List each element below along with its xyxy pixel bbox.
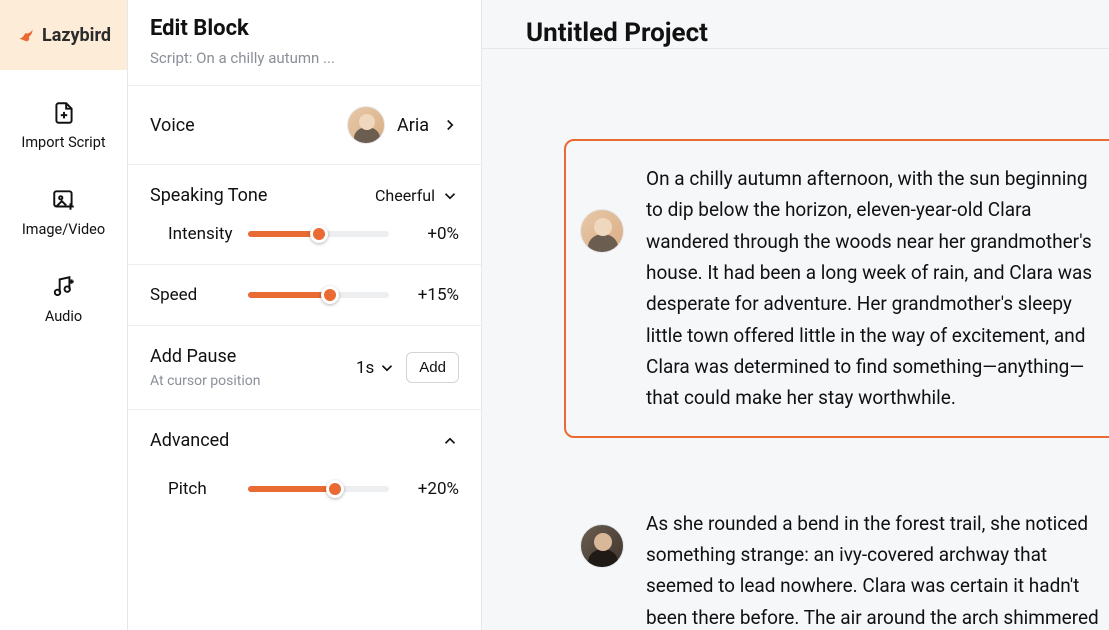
chevron-down-icon	[441, 187, 459, 205]
pause-label: Add Pause	[150, 346, 260, 367]
nav-audio[interactable]: Audio	[0, 274, 127, 325]
intensity-value: +0%	[403, 224, 459, 244]
speed-value: +15%	[403, 285, 459, 305]
intensity-slider[interactable]	[248, 231, 389, 237]
nav-item-label: Image/Video	[22, 221, 105, 238]
nav-image-video[interactable]: Image/Video	[0, 187, 127, 238]
tone-label: Speaking Tone	[150, 185, 267, 206]
music-plus-icon	[51, 274, 77, 300]
speed-label: Speed	[150, 285, 234, 305]
pitch-slider[interactable]	[248, 486, 389, 492]
logo: Lazybird	[0, 0, 127, 70]
file-plus-icon	[51, 100, 77, 126]
nav-import-script[interactable]: Import Script	[0, 100, 127, 151]
panel-title: Edit Block	[150, 16, 459, 41]
intensity-label: Intensity	[150, 224, 234, 244]
script-block[interactable]: On a chilly autumn afternoon, with the s…	[580, 139, 1109, 438]
advanced-toggle[interactable]: Advanced	[150, 430, 459, 451]
canvas: Untitled Project On a chilly autumn afte…	[482, 0, 1109, 630]
image-plus-icon	[51, 187, 77, 213]
block-avatar	[580, 209, 624, 253]
voice-avatar	[347, 106, 385, 144]
chevron-up-icon	[441, 432, 459, 450]
block-text[interactable]: As she rounded a bend in the forest trai…	[646, 484, 1109, 630]
pause-hint: At cursor position	[150, 373, 260, 389]
sidebar: Lazybird Import Script Image/Video	[0, 0, 128, 630]
block-avatar	[580, 524, 624, 568]
nav-item-label: Audio	[45, 308, 82, 325]
project-title[interactable]: Untitled Project	[526, 18, 708, 48]
add-pause-button[interactable]: Add	[406, 352, 459, 383]
pause-duration-select[interactable]: 1s	[356, 358, 396, 378]
voice-selector[interactable]: Voice Aria	[150, 106, 459, 144]
chevron-right-icon	[441, 116, 459, 134]
bird-icon	[16, 24, 38, 46]
edit-panel: Edit Block Script: On a chilly autumn ..…	[128, 0, 482, 630]
speed-slider[interactable]	[248, 292, 389, 298]
tone-value: Cheerful	[375, 186, 435, 205]
voice-name: Aria	[397, 115, 429, 136]
chevron-down-icon	[378, 359, 396, 377]
pitch-label: Pitch	[150, 479, 234, 499]
script-block[interactable]: As she rounded a bend in the forest trai…	[580, 484, 1109, 630]
panel-script-snippet: Script: On a chilly autumn ...	[150, 49, 459, 67]
tone-selector[interactable]: Speaking Tone Cheerful	[150, 185, 459, 206]
nav-item-label: Import Script	[21, 134, 105, 151]
pitch-value: +20%	[403, 479, 459, 499]
block-text[interactable]: On a chilly autumn afternoon, with the s…	[646, 139, 1109, 438]
voice-label: Voice	[150, 115, 195, 136]
